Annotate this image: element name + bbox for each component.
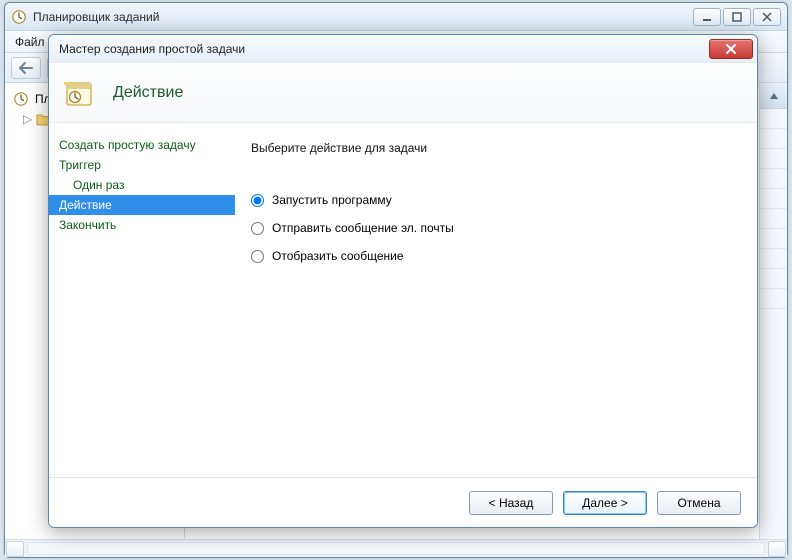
parent-titlebar[interactable]: Планировщик заданий [5, 3, 787, 31]
action-row[interactable] [760, 209, 787, 229]
minimize-button[interactable] [693, 8, 721, 26]
nav-once[interactable]: Один раз [49, 175, 235, 195]
wizard-banner: Действие [49, 63, 757, 123]
nav-trigger[interactable]: Триггер [49, 155, 235, 175]
nav-action[interactable]: Действие [49, 195, 235, 215]
next-button[interactable]: Далее > [563, 491, 647, 515]
clock-icon [11, 9, 27, 25]
action-row[interactable] [760, 229, 787, 249]
wizard-close-button[interactable] [709, 39, 753, 59]
action-row[interactable] [760, 169, 787, 189]
expand-icon[interactable]: ▷ [23, 112, 32, 126]
menu-file[interactable]: Файл [15, 35, 45, 49]
wizard-step-title: Действие [113, 84, 183, 102]
maximize-button[interactable] [723, 8, 751, 26]
action-row[interactable] [760, 249, 787, 269]
task-icon [61, 75, 97, 111]
wizard-titlebar[interactable]: Мастер создания простой задачи [49, 35, 757, 63]
parent-title: Планировщик заданий [33, 10, 159, 24]
option-send-email[interactable]: Отправить сообщение эл. почты [251, 221, 741, 235]
scroll-right-button[interactable] [768, 541, 786, 557]
actions-pane [759, 83, 787, 539]
action-row[interactable] [760, 149, 787, 169]
action-row[interactable] [760, 129, 787, 149]
actions-header [760, 83, 787, 109]
option-show-message-label: Отобразить сообщение [272, 249, 404, 263]
nav-finish[interactable]: Закончить [49, 215, 235, 235]
wizard-content: Создать простую задачу Триггер Один раз … [49, 123, 757, 477]
nav-create-task[interactable]: Создать простую задачу [49, 135, 235, 155]
option-run-program[interactable]: Запустить программу [251, 193, 741, 207]
scroll-track[interactable] [27, 542, 765, 555]
action-row[interactable] [760, 269, 787, 289]
close-button[interactable] [753, 8, 781, 26]
radio-send-email[interactable] [251, 222, 264, 235]
action-row[interactable] [760, 189, 787, 209]
wizard-title: Мастер создания простой задачи [59, 42, 245, 56]
scroll-left-button[interactable] [6, 541, 24, 557]
radio-show-message[interactable] [251, 250, 264, 263]
wizard-nav: Создать простую задачу Триггер Один раз … [49, 123, 235, 477]
cancel-button[interactable]: Отмена [657, 491, 741, 515]
triangle-up-icon [769, 91, 779, 101]
back-button[interactable] [11, 57, 41, 79]
option-send-email-label: Отправить сообщение эл. почты [272, 221, 454, 235]
wizard-main: Выберите действие для задачи Запустить п… [235, 123, 757, 477]
action-row[interactable] [760, 289, 787, 309]
window-controls [693, 8, 781, 26]
back-button[interactable]: < Назад [469, 491, 553, 515]
option-show-message[interactable]: Отобразить сообщение [251, 249, 741, 263]
h-scrollbar[interactable] [5, 539, 787, 557]
action-prompt: Выберите действие для задачи [251, 141, 741, 155]
wizard-footer: < Назад Далее > Отмена [49, 477, 757, 527]
action-row[interactable] [760, 109, 787, 129]
option-run-program-label: Запустить программу [272, 193, 392, 207]
radio-run-program[interactable] [251, 194, 264, 207]
wizard-dialog: Мастер создания простой задачи Действие … [48, 34, 758, 528]
clock-icon [13, 91, 29, 107]
